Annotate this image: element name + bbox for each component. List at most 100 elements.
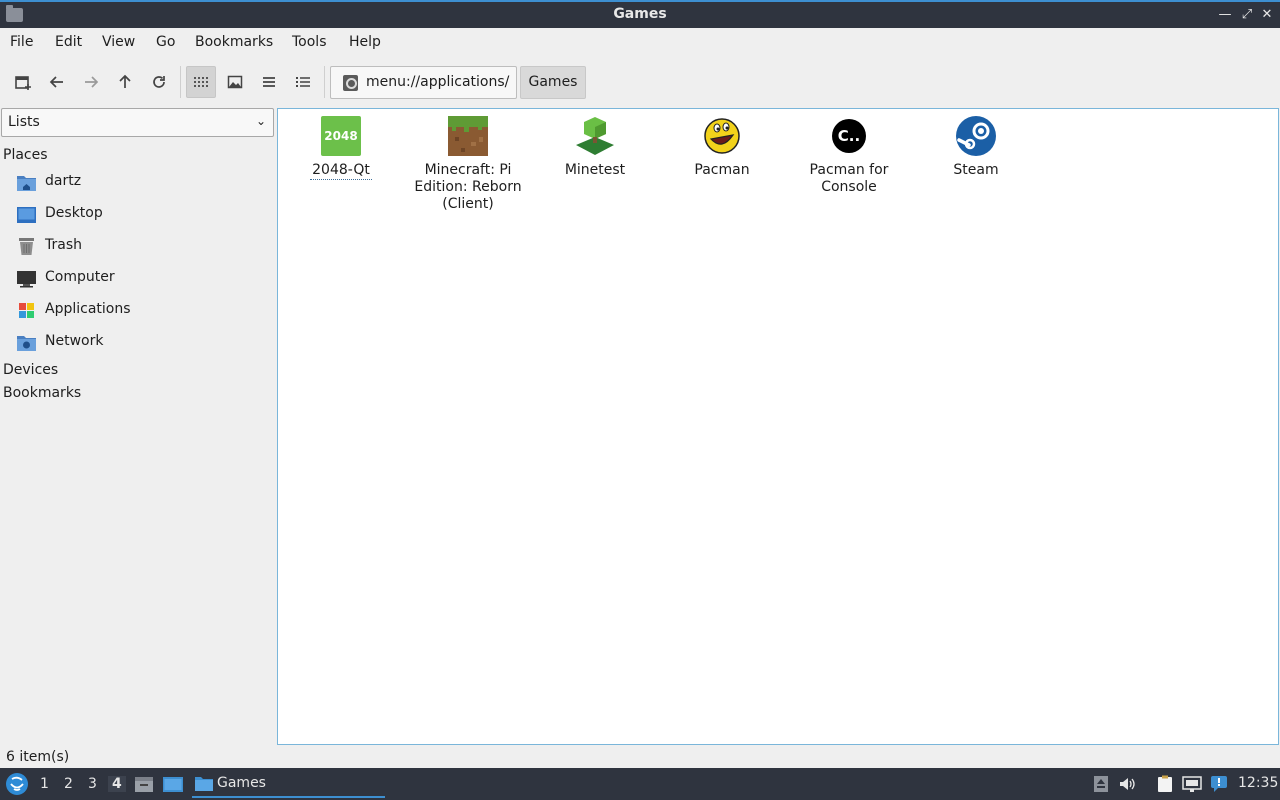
close-button[interactable]: ✕ (1258, 6, 1276, 24)
eject-icon[interactable] (1092, 775, 1110, 793)
home-folder-icon (16, 173, 37, 192)
sidebar-item-label: dartz (45, 173, 82, 189)
folder-icon (195, 776, 213, 791)
network-icon[interactable] (1182, 775, 1202, 793)
console-icon: C.. (828, 115, 870, 157)
desktop-4[interactable]: 4 (108, 776, 126, 792)
2048-icon: 2048 (320, 115, 362, 157)
notification-icon[interactable] (1210, 775, 1228, 793)
file-view[interactable]: 2048 2048-Qt Minecraft: Pi Edition: Rebo… (277, 108, 1279, 745)
toolbar-separator (180, 66, 181, 98)
computer-icon (16, 269, 37, 288)
sidebar-item-trash[interactable]: Trash (16, 235, 266, 259)
path-bar[interactable]: menu://applications/ (330, 66, 517, 99)
desktop-icon (16, 205, 37, 224)
file-item-pacman-for-console[interactable]: C.. Pacman for Console (789, 115, 909, 196)
taskbar: 1 2 3 4 Games 12:35 (0, 768, 1280, 800)
file-manager-launcher-icon[interactable] (134, 774, 154, 794)
list-icon (263, 77, 275, 87)
file-item-steam[interactable]: Steam (916, 115, 1036, 179)
taskbar-app-games[interactable]: Games (192, 772, 385, 798)
desktop-1[interactable]: 1 (40, 776, 49, 792)
network-folder-icon (16, 333, 37, 352)
console-icon-text: C.. (832, 119, 866, 153)
menu-help[interactable]: Help (349, 34, 381, 50)
new-tab-button[interactable] (8, 66, 38, 98)
menu-bookmarks[interactable]: Bookmarks (195, 34, 273, 50)
path-search-icon (343, 75, 358, 91)
file-item-pacman[interactable]: Pacman (662, 115, 782, 179)
sidebar: Lists ⌄ Places dartz Desktop Trash Compu… (0, 108, 274, 744)
sidebar-item-label: Applications (45, 301, 131, 317)
detailed-list-view-button[interactable] (288, 66, 318, 98)
image-icon (227, 75, 243, 89)
sidebar-item-label: Desktop (45, 205, 103, 221)
places-header[interactable]: Places (3, 147, 48, 163)
file-item-label: 2048-Qt (310, 162, 372, 180)
sidebar-item-label: Trash (45, 237, 82, 253)
devices-header[interactable]: Devices (3, 362, 58, 378)
clock[interactable]: 12:35 (1238, 775, 1278, 791)
minetest-icon (574, 115, 616, 157)
file-item-label: Pacman (694, 162, 750, 178)
reload-button[interactable] (144, 66, 174, 98)
compact-view-button[interactable] (254, 66, 284, 98)
sidebar-item-applications[interactable]: Applications (16, 299, 266, 323)
sidebar-item-label: Network (45, 333, 104, 349)
sidebar-item-dartz[interactable]: dartz (16, 171, 266, 195)
maximize-button[interactable]: ⤢ (1238, 6, 1256, 24)
menu-view[interactable]: View (102, 34, 135, 50)
menu-go[interactable]: Go (156, 34, 175, 50)
arrow-right-icon (85, 76, 99, 88)
icon-view-button[interactable] (186, 66, 216, 98)
menu-tools[interactable]: Tools (292, 34, 327, 50)
window-titlebar[interactable]: Games — ⤢ ✕ (0, 0, 1280, 28)
breadcrumb-games[interactable]: Games (520, 66, 586, 99)
forward-button[interactable] (76, 66, 106, 98)
file-item-label: Minecraft: Pi Edition: Reborn (Client) (414, 162, 522, 212)
menu-bar: File Edit View Go Bookmarks Tools Help (0, 28, 1280, 58)
file-item-minecraft[interactable]: Minecraft: Pi Edition: Reborn (Client) (408, 115, 528, 213)
desktop-2[interactable]: 2 (64, 776, 73, 792)
file-item-label: Minetest (564, 162, 626, 178)
file-item-2048-qt[interactable]: 2048 2048-Qt (281, 115, 401, 180)
back-button[interactable] (42, 66, 72, 98)
menu-file[interactable]: File (10, 34, 33, 50)
show-desktop-icon[interactable] (162, 774, 184, 794)
arrow-up-icon (119, 74, 131, 88)
clipboard-icon[interactable] (1156, 775, 1174, 793)
sidebar-mode-value: Lists (8, 114, 40, 130)
sidebar-item-network[interactable]: Network (16, 331, 266, 355)
file-item-label: Steam (953, 162, 999, 178)
bookmarks-header[interactable]: Bookmarks (3, 385, 81, 401)
2048-icon-text: 2048 (321, 116, 361, 156)
path-text: menu://applications/ (366, 74, 510, 90)
new-tab-icon (15, 76, 31, 90)
thumbnail-view-button[interactable] (220, 66, 250, 98)
sidebar-item-desktop[interactable]: Desktop (16, 203, 266, 227)
file-item-minetest[interactable]: Minetest (535, 115, 655, 179)
desktop-3[interactable]: 3 (88, 776, 97, 792)
grid-icon (194, 77, 208, 87)
toolbar-separator (324, 66, 325, 98)
up-button[interactable] (110, 66, 140, 98)
minimize-button[interactable]: — (1216, 6, 1234, 24)
minecraft-grass-block-icon (447, 115, 489, 157)
arrow-left-icon (49, 76, 63, 88)
window-title: Games (613, 6, 667, 22)
sidebar-item-computer[interactable]: Computer (16, 267, 266, 291)
toolbar (0, 60, 1280, 104)
pacman-icon (701, 115, 743, 157)
reload-icon (153, 76, 165, 88)
sidebar-mode-select[interactable]: Lists ⌄ (1, 108, 274, 137)
volume-icon[interactable] (1118, 775, 1136, 793)
applications-icon (16, 301, 37, 320)
trash-icon (16, 237, 37, 256)
status-bar: 6 item(s) (6, 749, 70, 765)
start-menu-icon[interactable] (6, 773, 28, 795)
file-item-label: Pacman for Console (809, 162, 889, 195)
sidebar-item-label: Computer (45, 269, 115, 285)
menu-edit[interactable]: Edit (55, 34, 82, 50)
taskbar-app-label: Games (217, 775, 266, 791)
chevron-down-icon: ⌄ (255, 114, 266, 128)
